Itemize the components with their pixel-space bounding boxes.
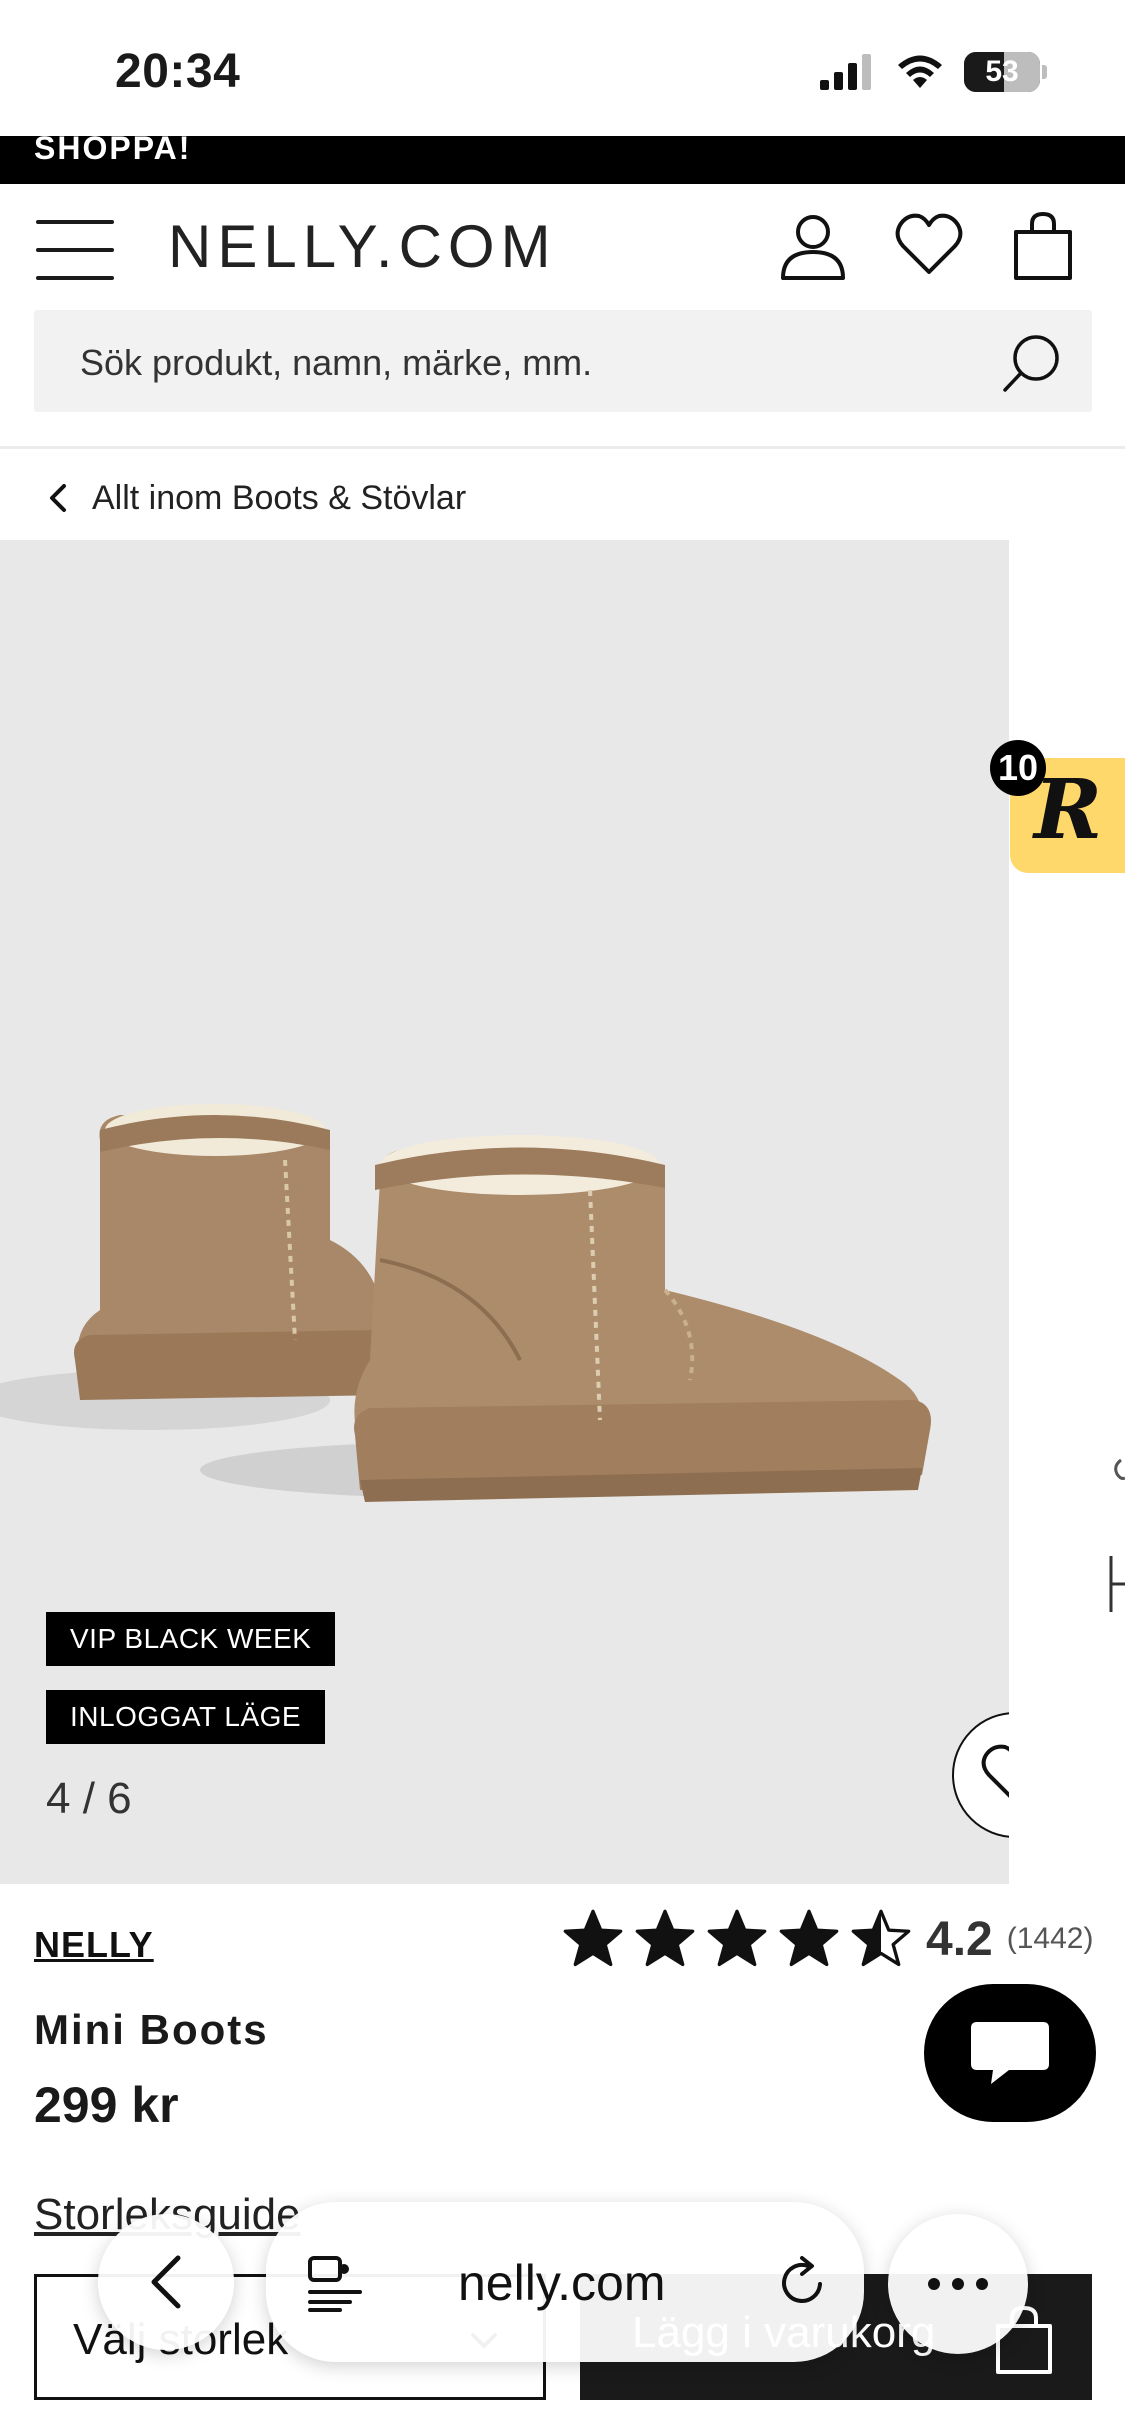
site-logo[interactable]: NELLY.COM <box>168 212 557 281</box>
browser-more-button[interactable] <box>888 2214 1028 2354</box>
status-bar: 20:34 53 <box>0 0 1125 136</box>
browser-address-bar[interactable]: nelly.com <box>266 2202 864 2362</box>
promo-bar[interactable]: SHOPPA! <box>0 136 1125 184</box>
battery-level: 53 <box>985 55 1019 88</box>
battery-tip <box>1042 65 1047 79</box>
rating[interactable]: 4.2 (1442) <box>562 1908 1093 1970</box>
rating-stars <box>562 1908 912 1970</box>
chevron-left-icon <box>50 484 66 512</box>
menu-icon[interactable] <box>36 220 114 280</box>
status-time: 20:34 <box>115 45 241 98</box>
promo-badge-vip: VIP BLACK WEEK <box>46 1612 336 1666</box>
promo-badge-logged-in: INLOGGAT LÄGE <box>46 1690 326 1744</box>
product-gallery[interactable]: VIP BLACK WEEK INLOGGAT LÄGE <box>0 540 1009 1884</box>
wifi-icon <box>898 55 942 88</box>
site-header: NELLY.COM <box>0 184 1125 310</box>
status-icons: 53 <box>820 52 1047 92</box>
product-title: Mini Boots <box>34 2006 269 2053</box>
promo-text: SHOPPA! <box>34 136 192 166</box>
battery-icon: 53 <box>964 52 1040 92</box>
search-icon[interactable] <box>1000 332 1064 396</box>
star-icon <box>707 1909 767 1967</box>
star-icon <box>779 1909 839 1967</box>
reload-icon[interactable] <box>774 2254 830 2310</box>
star-icon <box>635 1909 695 1967</box>
star-icon <box>851 1909 911 1967</box>
wishlist-icon[interactable] <box>894 210 964 280</box>
breadcrumb-label: Allt inom Boots & Stövlar <box>92 478 467 517</box>
browser-url[interactable]: nelly.com <box>458 2254 665 2312</box>
search-bar[interactable]: Sök produkt, namn, märke, mm. <box>34 310 1092 412</box>
chat-icon <box>971 2022 1049 2084</box>
signal-icon <box>820 54 871 90</box>
product-image[interactable] <box>0 540 1009 1884</box>
browser-toolbar: nelly.com <box>0 2190 1125 2370</box>
breadcrumb[interactable]: Allt inom Boots & Stövlar <box>46 470 466 526</box>
rating-score: 4.2 <box>926 1912 993 1966</box>
star-icon <box>563 1909 623 1967</box>
brand-link[interactable]: NELLY <box>34 1924 154 1966</box>
search-input[interactable]: Sök produkt, namn, märke, mm. <box>80 342 592 384</box>
extensions-icon[interactable] <box>306 2252 366 2312</box>
account-icon[interactable] <box>778 210 848 280</box>
browser-back-button[interactable] <box>98 2214 234 2350</box>
chat-button[interactable] <box>924 1984 1096 2122</box>
rating-count: (1442) <box>1006 1922 1094 1955</box>
cart-icon[interactable] <box>1008 210 1078 280</box>
back-arrow-icon <box>151 2255 181 2309</box>
product-price: 299 kr <box>34 2077 179 2133</box>
header-divider <box>0 446 1125 449</box>
rewards-count-badge: 10 <box>990 740 1046 796</box>
gallery-counter: 4 / 6 <box>46 1774 132 1823</box>
